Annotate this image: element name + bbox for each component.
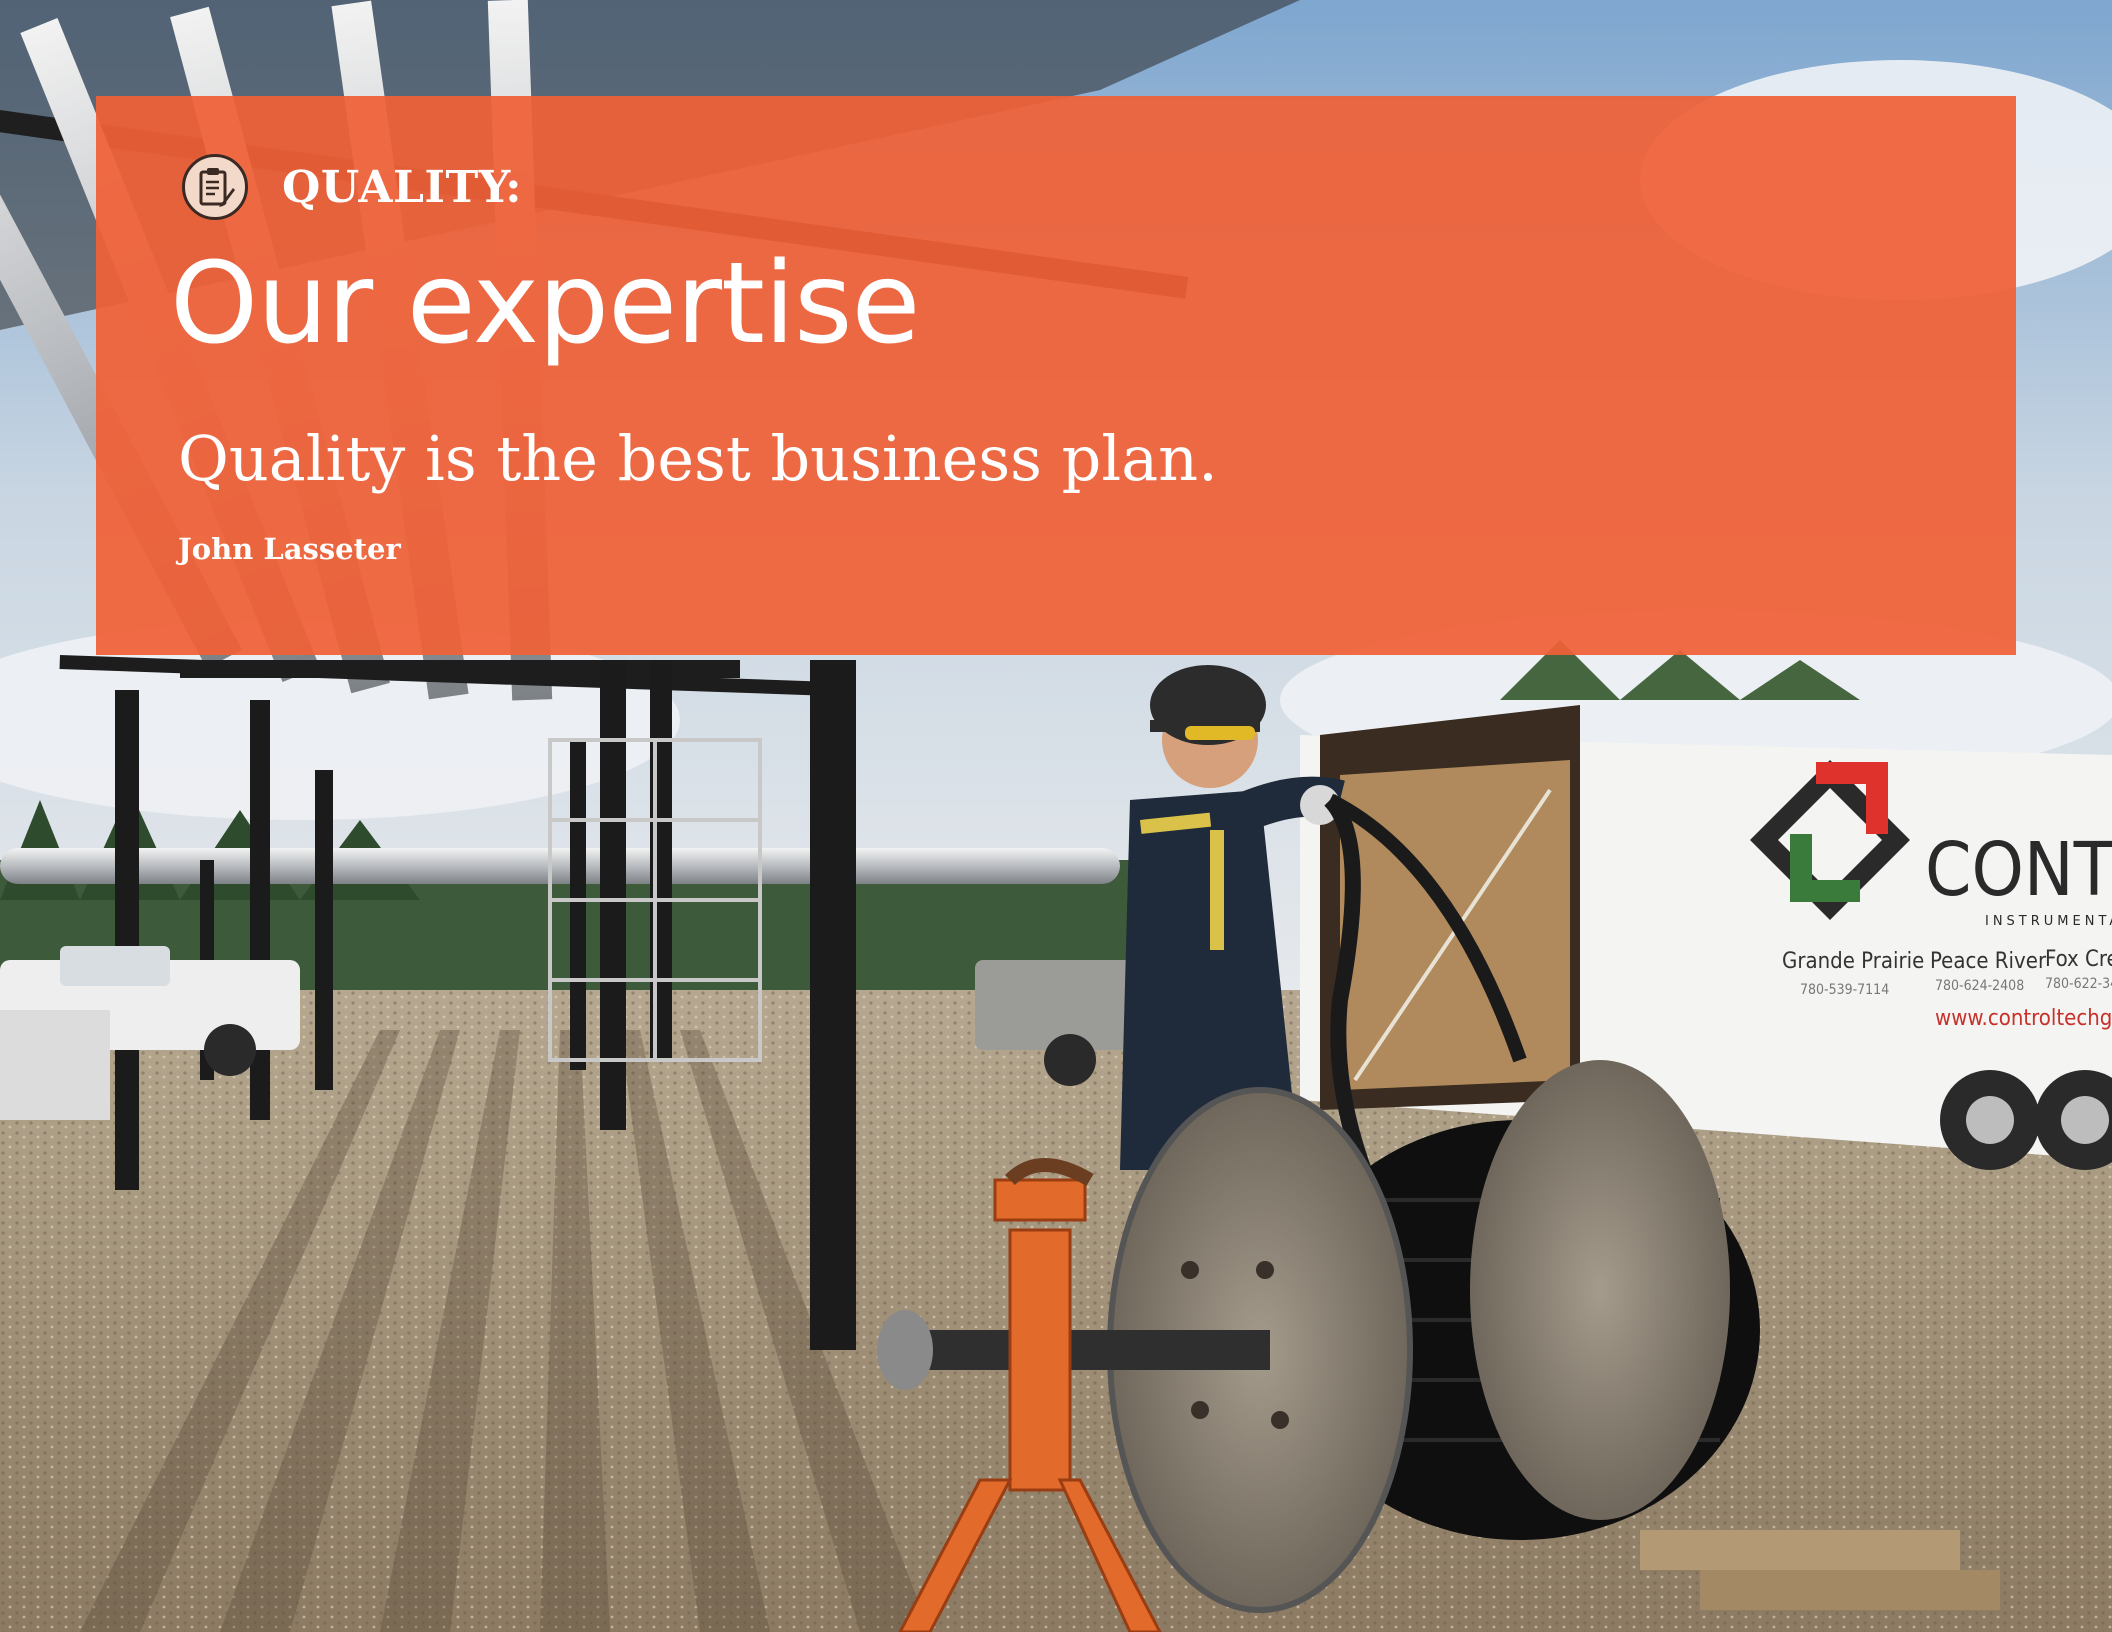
trailer-location-city: Fox Creek xyxy=(2045,947,2112,972)
trailer-location-phone: 780-624-2408 xyxy=(1935,978,2024,994)
quote-banner: QUALITY: Our expertise Quality is the be… xyxy=(96,96,2016,655)
page-title: Our expertise xyxy=(170,239,920,369)
section-label: QUALITY: xyxy=(282,161,522,213)
quote-author: John Lasseter xyxy=(178,532,401,566)
section-header: QUALITY: xyxy=(182,151,522,223)
trailer-brand-text: CONTRO xyxy=(1925,827,2112,913)
quote-text: Quality is the best business plan. xyxy=(178,422,1218,495)
trailer-website: www.controltechgp.ca xyxy=(1935,1006,2112,1031)
trailer-location-city: Peace River xyxy=(1930,949,2047,974)
trailer-tagline-text: INSTRUMENTATION xyxy=(1985,914,2112,929)
trailer-location-phone: 780-622-349 xyxy=(2045,976,2112,992)
clipboard-pen-icon xyxy=(182,154,248,220)
trailer-location-phone: 780-539-7114 xyxy=(1800,982,1889,998)
trailer-location-city: Grande Prairie xyxy=(1782,949,1924,974)
